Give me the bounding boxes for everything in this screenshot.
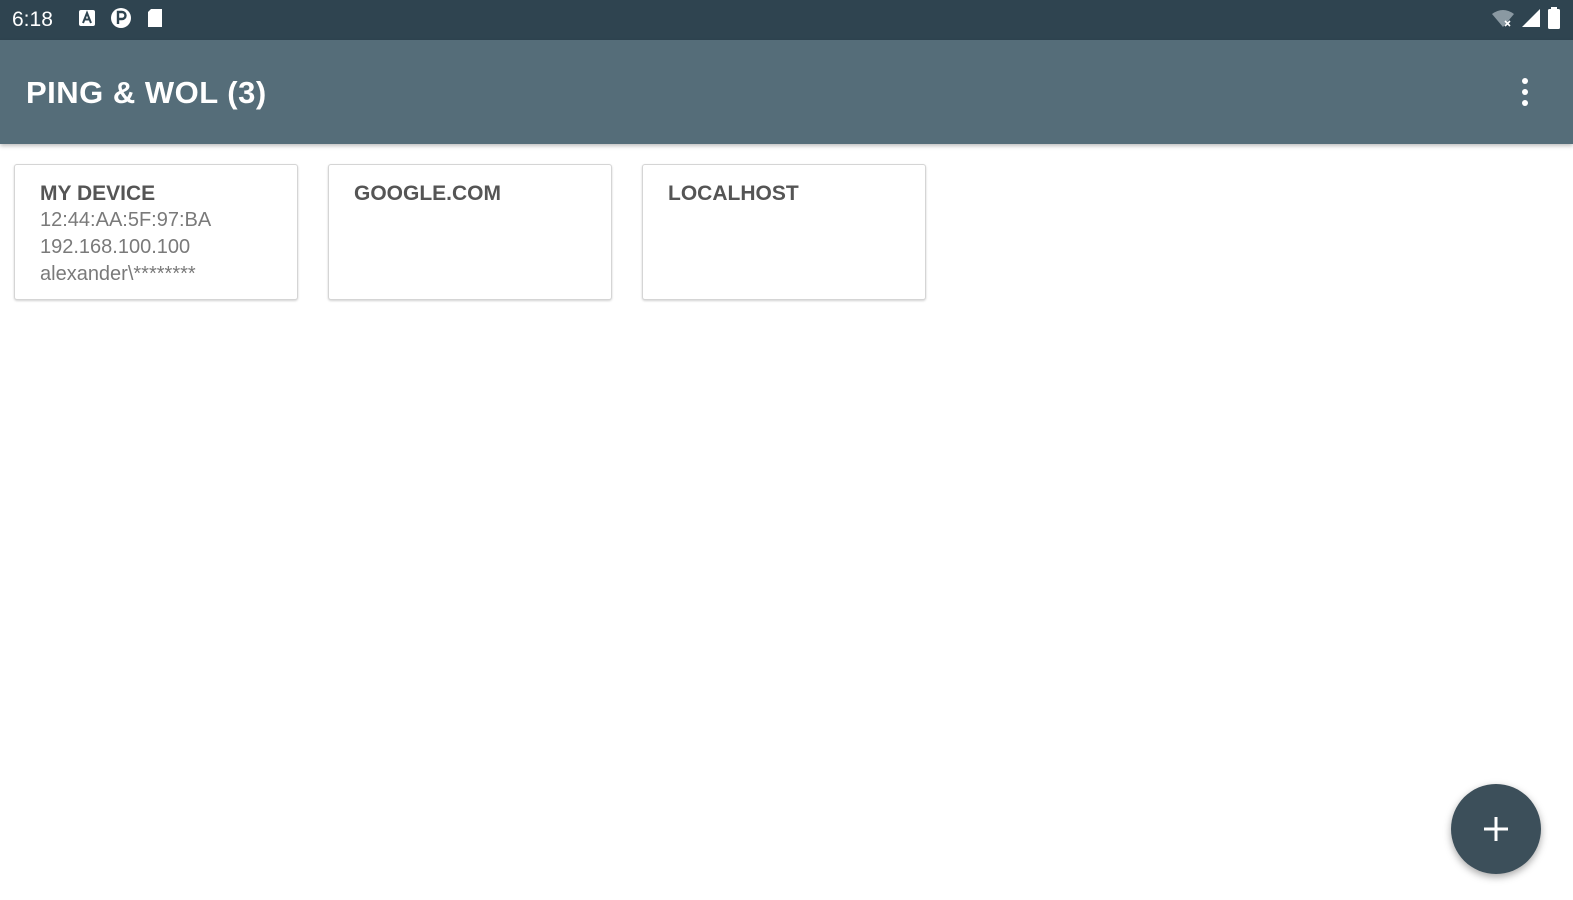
device-name: MY DEVICE bbox=[40, 182, 156, 205]
app-bar: PING & WOL (3) bbox=[0, 40, 1573, 144]
notification-p-icon bbox=[110, 7, 132, 34]
device-mac-address: 12:44:AA:5F:97:BA bbox=[40, 209, 212, 231]
page-title: PING & WOL (3) bbox=[26, 75, 267, 110]
wifi-icon bbox=[1491, 8, 1515, 33]
device-card-my-device[interactable]: MY DEVICE 12:44:AA:5F:97:BA 192.168.100.… bbox=[14, 164, 298, 300]
sd-card-icon bbox=[146, 8, 164, 33]
status-system-icons bbox=[1491, 6, 1561, 34]
signal-icon bbox=[1521, 8, 1541, 33]
status-notification-icons bbox=[78, 7, 164, 34]
device-name: LOCALHOST bbox=[668, 182, 799, 205]
status-time: 6:18 bbox=[12, 8, 53, 31]
notification-a-icon bbox=[78, 9, 96, 32]
device-ip-address: 192.168.100.100 bbox=[40, 236, 191, 258]
device-card-google[interactable]: GOOGLE.COM bbox=[328, 164, 612, 300]
overflow-menu-button[interactable] bbox=[1513, 76, 1537, 108]
device-name: GOOGLE.COM bbox=[354, 182, 501, 205]
battery-icon bbox=[1547, 6, 1561, 34]
status-bar: 6:18 bbox=[0, 0, 1573, 40]
device-card-localhost[interactable]: LOCALHOST bbox=[642, 164, 926, 300]
overflow-menu-icon bbox=[1522, 78, 1528, 106]
add-device-button[interactable] bbox=[1451, 784, 1541, 874]
device-user: alexander\******** bbox=[40, 263, 196, 285]
plus-icon bbox=[1484, 817, 1508, 841]
